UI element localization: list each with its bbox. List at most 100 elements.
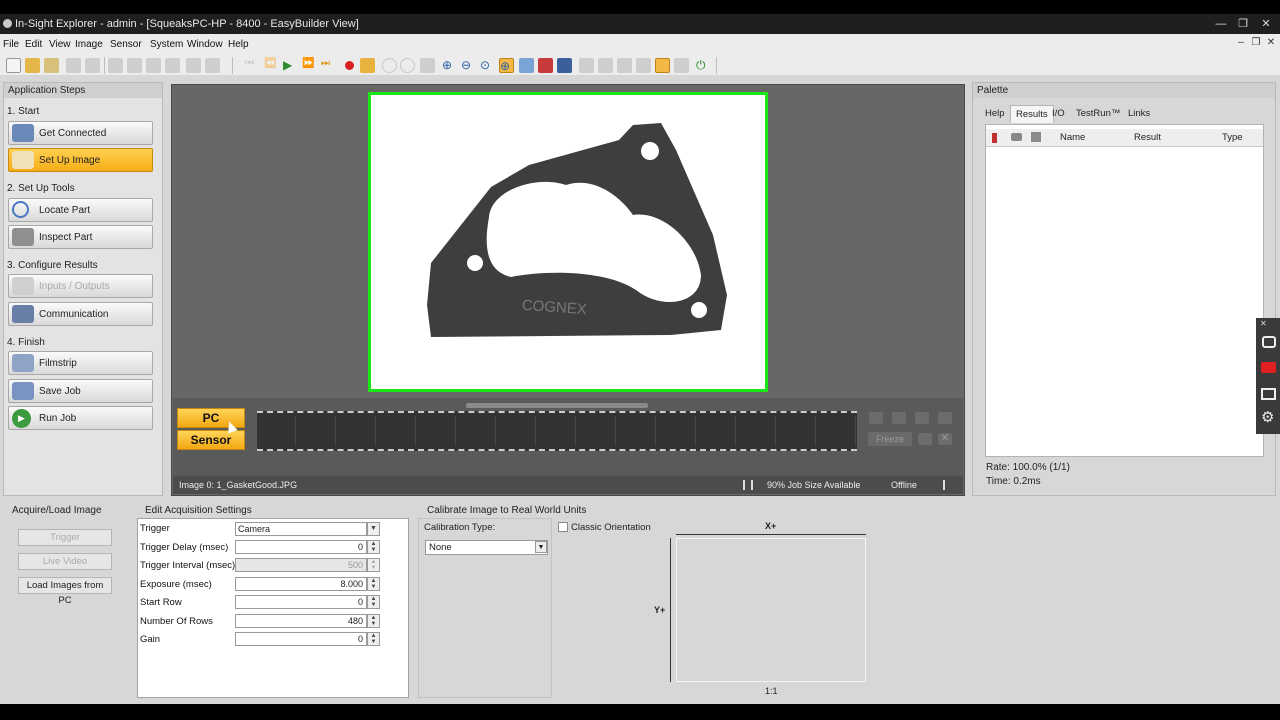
grid-icon[interactable] — [579, 58, 594, 73]
menu-system[interactable]: System — [150, 39, 183, 50]
filmstrip[interactable] — [257, 411, 857, 451]
tab-io[interactable]: I/O — [1047, 105, 1070, 123]
menu-sensor[interactable]: Sensor — [110, 39, 142, 50]
acquired-image[interactable]: COGNEX — [368, 92, 768, 392]
exposure-field[interactable]: 8.000 — [235, 577, 367, 591]
start-row-spinner[interactable]: ▲ ▼ — [367, 595, 380, 609]
undo-icon[interactable] — [186, 58, 201, 73]
refresh-icon[interactable] — [400, 58, 415, 73]
locate-part-button[interactable]: Locate Part — [8, 198, 153, 222]
gear-icon[interactable]: ⚙ — [1261, 410, 1277, 426]
trigger-select[interactable]: Camera — [235, 522, 367, 536]
trigger-delay-field[interactable]: 0 — [235, 540, 367, 554]
inputs-outputs-button[interactable]: Inputs / Outputs — [8, 274, 153, 298]
menu-view[interactable]: View — [49, 39, 71, 50]
set-up-image-button[interactable]: Set Up Image — [8, 148, 153, 172]
open-folder-icon[interactable] — [25, 58, 40, 73]
restore-icon[interactable]: ❐ — [1233, 16, 1253, 32]
filmstrip-frame[interactable] — [457, 416, 496, 446]
filmstrip-frame[interactable] — [417, 416, 456, 446]
delete-icon[interactable] — [165, 58, 180, 73]
rotate-icon[interactable] — [382, 58, 397, 73]
menu-window[interactable]: Window — [187, 39, 223, 50]
tools-icon[interactable] — [636, 58, 651, 73]
inspect-part-button[interactable]: Inspect Part — [8, 225, 153, 249]
settings-icon[interactable] — [617, 58, 632, 73]
spreadsheet-icon[interactable] — [674, 58, 689, 73]
link-column-icon[interactable] — [1011, 133, 1022, 141]
graphics-icon[interactable] — [538, 58, 553, 73]
filmstrip-frame[interactable] — [537, 416, 576, 446]
pin-icon[interactable]: ✕ — [1260, 320, 1268, 328]
trigger-dropdown-icon[interactable]: ▼ — [367, 522, 380, 536]
filmstrip-frame[interactable] — [777, 416, 816, 446]
zoom-in-icon[interactable]: ⊕ — [442, 58, 457, 73]
link-icon[interactable] — [420, 58, 435, 73]
run-job-button[interactable]: ▶ Run Job — [8, 406, 153, 430]
gain-spinner[interactable]: ▲ ▼ — [367, 632, 380, 646]
filmstrip-frame[interactable] — [377, 416, 416, 446]
save-job-button[interactable]: Save Job — [8, 379, 153, 403]
filmstrip-frame[interactable] — [337, 416, 376, 446]
power-icon[interactable]: ⏻ — [696, 58, 711, 73]
get-connected-button[interactable]: Get Connected — [8, 121, 153, 145]
sensor-source-button[interactable]: Sensor — [177, 430, 245, 450]
page-icon[interactable] — [85, 58, 100, 73]
film-previous-icon[interactable] — [892, 412, 906, 424]
start-row-field[interactable]: 0 — [235, 595, 367, 609]
communication-button[interactable]: Communication — [8, 302, 153, 326]
mdi-minimize-icon[interactable]: – — [1234, 37, 1248, 51]
trigger-interval-spinner[interactable]: ▲ ▼ — [367, 558, 380, 572]
filmstrip-frame[interactable] — [297, 416, 336, 446]
copy-icon[interactable] — [127, 58, 142, 73]
live-video-button[interactable]: Live Video — [18, 553, 112, 570]
filmstrip-frame[interactable] — [617, 416, 656, 446]
last-image-icon[interactable]: ⏭ — [321, 58, 336, 73]
filmstrip-frame[interactable] — [497, 416, 536, 446]
film-first-icon[interactable] — [869, 412, 883, 424]
menu-file[interactable]: File — [3, 39, 19, 50]
record-icon[interactable] — [342, 58, 357, 73]
cut-icon[interactable] — [108, 58, 123, 73]
results-grid[interactable] — [985, 124, 1264, 457]
filmstrip-scrollbar[interactable] — [466, 403, 648, 408]
tab-testrun[interactable]: TestRun™ — [1071, 105, 1125, 123]
classic-orientation-checkbox[interactable] — [558, 522, 568, 532]
filmstrip-frame[interactable] — [577, 416, 616, 446]
video-record-icon[interactable] — [1261, 362, 1276, 373]
calibration-dropdown-icon[interactable]: ▼ — [535, 541, 547, 553]
redo-icon[interactable] — [205, 58, 220, 73]
paste-icon[interactable] — [146, 58, 161, 73]
first-image-icon[interactable]: ⏮ — [245, 58, 260, 73]
zoom-fill-icon[interactable]: ⊕ — [499, 58, 514, 73]
save-icon[interactable] — [44, 58, 59, 73]
gain-field[interactable]: 0 — [235, 632, 367, 646]
zoom-fit-icon[interactable]: ⊙ — [480, 58, 495, 73]
tab-links[interactable]: Links — [1123, 105, 1155, 123]
mdi-restore-icon[interactable]: ❐ — [1249, 37, 1263, 51]
film-save-icon[interactable] — [918, 433, 932, 445]
play-icon[interactable]: ▶ — [283, 58, 298, 73]
column-type[interactable]: Type — [1222, 132, 1243, 143]
close-icon[interactable]: ✕ — [1256, 16, 1276, 32]
column-name[interactable]: Name — [1060, 132, 1085, 143]
zoom-out-icon[interactable]: ⊖ — [461, 58, 476, 73]
image-icon[interactable] — [519, 58, 534, 73]
previous-image-icon[interactable]: ⏪ — [264, 58, 279, 73]
status-column-icon[interactable] — [992, 133, 997, 143]
tool-column-icon[interactable] — [1031, 132, 1041, 142]
number-of-rows-field[interactable]: 480 — [235, 614, 367, 628]
mdi-close-icon[interactable]: ✕ — [1264, 37, 1278, 51]
exposure-spinner[interactable]: ▲ ▼ — [367, 577, 380, 591]
print-icon[interactable] — [66, 58, 81, 73]
film-last-icon[interactable] — [938, 412, 952, 424]
trigger-delay-spinner[interactable]: ▲ ▼ — [367, 540, 380, 554]
menu-edit[interactable]: Edit — [25, 39, 42, 50]
column-result[interactable]: Result — [1134, 132, 1161, 143]
screenshot-icon[interactable] — [1261, 388, 1276, 400]
calibration-type-select[interactable]: None — [425, 540, 548, 555]
filmstrip-frame[interactable] — [257, 416, 296, 446]
filmstrip-button[interactable]: Filmstrip — [8, 351, 153, 375]
film-next-icon[interactable] — [915, 412, 929, 424]
filmstrip-frame[interactable] — [817, 416, 856, 446]
